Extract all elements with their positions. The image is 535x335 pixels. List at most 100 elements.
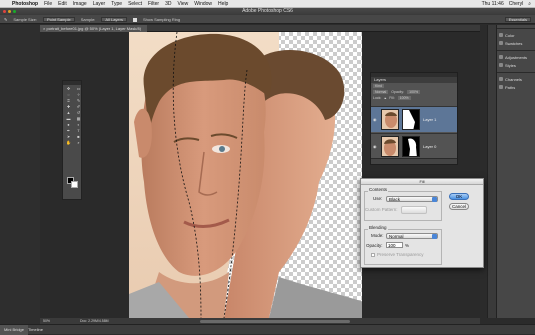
spotlight-icon[interactable]: ⌕: [528, 0, 531, 8]
zoom-tool-icon[interactable]: ⌕: [74, 140, 83, 145]
visibility-eye-icon[interactable]: ◉: [373, 144, 378, 149]
dock-item-color[interactable]: Color: [497, 31, 535, 39]
use-select[interactable]: Black: [386, 196, 438, 202]
cancel-button[interactable]: Cancel: [449, 203, 469, 210]
crop-tool-icon[interactable]: ⌗: [64, 98, 73, 103]
quick-select-tool-icon[interactable]: ✧: [74, 92, 83, 97]
bottom-panel-bar: Mini Bridge Timeline: [0, 324, 535, 335]
pen-tool-icon[interactable]: ✒: [64, 128, 73, 133]
close-tab-icon[interactable]: ×: [43, 26, 45, 31]
dock-item-channels[interactable]: Channels: [497, 75, 535, 83]
tools-grid: ✥ ▭ ◌ ✧ ⌗ ✎ ✚ ✐ ▲ ↺ ▬ ▦ ● ◐ ✒ T ➤ ■ ✋ ⌕: [63, 85, 81, 146]
blending-label: Blending: [368, 225, 388, 230]
color-panel-icon: [499, 33, 503, 37]
custom-pattern-label: Custom Pattern:: [365, 207, 398, 212]
menu-app[interactable]: Photoshop: [12, 0, 38, 8]
stamp-tool-icon[interactable]: ▲: [64, 110, 73, 115]
hand-tool-icon[interactable]: ✋: [64, 140, 73, 145]
visibility-eye-icon[interactable]: ◉: [373, 117, 378, 122]
healing-tool-icon[interactable]: ✚: [64, 104, 73, 109]
menu-list: Photoshop File Edit Image Layer Type Sel…: [12, 0, 228, 8]
left-pasteboard: [0, 25, 40, 324]
minimize-window-icon[interactable]: [8, 10, 11, 13]
layer-0-name[interactable]: Layer 0: [423, 144, 436, 149]
menu-layer[interactable]: Layer: [93, 0, 106, 8]
gradient-tool-icon[interactable]: ▦: [74, 116, 83, 121]
opacity-field[interactable]: 100%: [407, 90, 421, 94]
opacity-label: Opacity:: [391, 90, 405, 94]
layer-1-mask-thumbnail[interactable]: [402, 109, 420, 130]
dodge-tool-icon[interactable]: ◐: [74, 122, 83, 127]
path-select-tool-icon[interactable]: ➤: [64, 134, 73, 139]
menu-help[interactable]: Help: [218, 0, 228, 8]
layer-0-mask-thumbnail[interactable]: [402, 136, 420, 157]
mode-label: Mode:: [371, 233, 384, 238]
menu-view[interactable]: View: [178, 0, 189, 8]
document-canvas[interactable]: [129, 32, 362, 318]
blend-mode-select[interactable]: Normal: [373, 90, 389, 94]
lasso-tool-icon[interactable]: ◌: [64, 92, 73, 97]
background-color-swatch[interactable]: [71, 181, 78, 188]
panel-dock-icons: [487, 25, 496, 318]
move-tool-icon[interactable]: ✥: [64, 86, 73, 91]
swatches-panel-icon: [499, 41, 503, 45]
fill-dialog: Fill Contents Use: Black Custom Pattern:…: [360, 178, 484, 268]
show-sampling-ring-label: Show Sampling Ring: [142, 17, 181, 22]
menu-filter[interactable]: Filter: [148, 0, 159, 8]
preserve-transparency-label: Preserve Transparency: [377, 252, 424, 257]
brush-tool-icon[interactable]: ✐: [74, 104, 83, 109]
eraser-tool-icon[interactable]: ▬: [64, 116, 73, 121]
dock-item-styles[interactable]: Styles: [497, 61, 535, 69]
menu-edit[interactable]: Edit: [58, 0, 67, 8]
eyedropper-tool-icon[interactable]: ✎: [74, 98, 83, 103]
preserve-transparency-checkbox[interactable]: [371, 253, 375, 257]
layer-0-thumbnail: [381, 136, 399, 157]
dropdown-arrow-icon: [432, 197, 437, 202]
menu-file[interactable]: File: [44, 0, 52, 8]
shape-tool-icon[interactable]: ■: [74, 134, 83, 139]
mode-select[interactable]: Normal: [386, 233, 438, 239]
eyedropper-tool-icon[interactable]: ✎: [4, 15, 7, 24]
opacity-input[interactable]: 100: [386, 242, 403, 248]
user-name[interactable]: Cheryl: [509, 0, 523, 8]
lock-icon[interactable]: 🔒︎: [384, 96, 386, 100]
fill-dialog-title[interactable]: Fill: [361, 179, 483, 185]
blur-tool-icon[interactable]: ●: [64, 122, 73, 127]
tools-panel: ✥ ▭ ◌ ✧ ⌗ ✎ ✚ ✐ ▲ ↺ ▬ ▦ ● ◐ ✒ T ➤ ■ ✋ ⌕: [62, 80, 82, 200]
sample-select[interactable]: All Layers: [101, 17, 127, 22]
kind-filter-select[interactable]: Kind: [373, 84, 385, 88]
document-tab[interactable]: × portrait_before01.jpg @ 50% (Layer 1, …: [40, 25, 148, 32]
contents-label: Contents: [368, 187, 389, 192]
type-tool-icon[interactable]: T: [74, 128, 83, 133]
close-window-icon[interactable]: [3, 10, 6, 13]
zoom-window-icon[interactable]: [13, 10, 16, 13]
ok-button[interactable]: OK: [449, 193, 469, 200]
sample-label: Sample:: [80, 17, 96, 22]
menu-image[interactable]: Image: [73, 0, 87, 8]
document-tab-bar: × portrait_before01.jpg @ 50% (Layer 1, …: [40, 25, 480, 32]
sample-size-select[interactable]: Point Sample: [42, 17, 75, 22]
dock-item-swatches[interactable]: Swatches: [497, 39, 535, 47]
show-sampling-ring-checkbox[interactable]: [132, 17, 137, 22]
opacity-unit: %: [405, 243, 410, 248]
layer-row-layer-1[interactable]: ◉ Layer 1: [371, 106, 457, 132]
use-label: Use:: [373, 196, 383, 201]
history-brush-tool-icon[interactable]: ↺: [74, 110, 83, 115]
menu-window[interactable]: Window: [194, 0, 212, 8]
menu-3d[interactable]: 3D: [165, 0, 171, 8]
clock[interactable]: Thu 11:46: [482, 0, 504, 8]
fill-label: Fill:: [389, 96, 395, 100]
fill-field[interactable]: 100%: [397, 96, 411, 100]
app-title-bar: Adobe Photoshop CS6: [0, 8, 535, 15]
menu-select[interactable]: Select: [128, 0, 142, 8]
channels-panel-icon: [499, 77, 503, 81]
menu-type[interactable]: Type: [111, 0, 122, 8]
dock-item-paths[interactable]: Paths: [497, 83, 535, 91]
marquee-tool-icon[interactable]: ▭: [74, 86, 83, 91]
styles-panel-icon: [499, 63, 503, 67]
workspace-select[interactable]: Essentials: [504, 17, 531, 22]
dock-item-adjustments[interactable]: Adjustments: [497, 53, 535, 61]
layer-row-layer-0[interactable]: ◉ Layer 0: [371, 133, 457, 159]
layer-1-name[interactable]: Layer 1: [423, 117, 436, 122]
horizontal-scrollbar[interactable]: [200, 320, 350, 323]
